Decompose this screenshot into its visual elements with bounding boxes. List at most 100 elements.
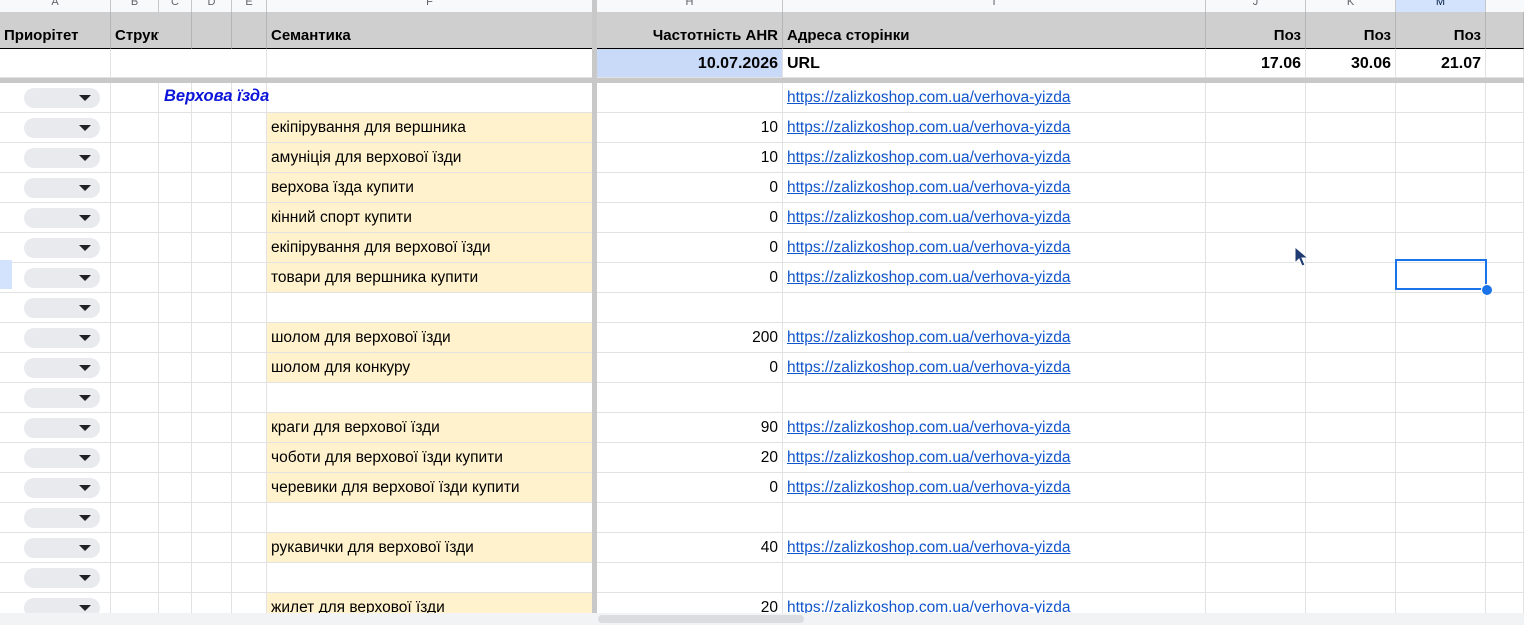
url-cell[interactable]: https://zalizkoshop.com.ua/verhova-yizda: [783, 233, 1206, 263]
pos-cell-1[interactable]: [1206, 293, 1306, 323]
structure-cell-c[interactable]: [159, 113, 192, 143]
sub-cell-n[interactable]: [1486, 49, 1524, 78]
url-link[interactable]: https://zalizkoshop.com.ua/verhova-yizda: [787, 419, 1070, 436]
pos-cell-2[interactable]: [1306, 203, 1396, 233]
header-blank-n[interactable]: [1486, 12, 1524, 49]
structure-cell-d[interactable]: [192, 293, 232, 323]
header-blank-d[interactable]: [192, 12, 232, 49]
priority-cell[interactable]: [0, 563, 111, 593]
url-link[interactable]: https://zalizkoshop.com.ua/verhova-yizda: [787, 179, 1070, 196]
blank-cell-n[interactable]: [1486, 563, 1524, 593]
structure-cell-e[interactable]: [232, 293, 267, 323]
structure-cell-c[interactable]: [159, 203, 192, 233]
structure-cell-e[interactable]: [232, 503, 267, 533]
pos-cell-1[interactable]: [1206, 533, 1306, 563]
pos-cell-2[interactable]: [1306, 533, 1396, 563]
header-url[interactable]: Адреса сторінки: [783, 12, 1206, 49]
sub-url-label[interactable]: URL: [783, 49, 1206, 78]
sub-cell-f[interactable]: [267, 49, 593, 78]
column-letter-i[interactable]: I: [783, 0, 1206, 12]
semantic-cell[interactable]: кінний спорт купити: [267, 203, 593, 233]
frequency-cell[interactable]: [597, 83, 783, 113]
pos-cell-1[interactable]: [1206, 353, 1306, 383]
priority-cell[interactable]: [0, 503, 111, 533]
frequency-cell[interactable]: 0: [597, 353, 783, 383]
header-blank-e[interactable]: [232, 12, 267, 49]
column-letter-e[interactable]: E: [232, 0, 267, 12]
column-letter-d[interactable]: D: [192, 0, 232, 12]
frequency-cell[interactable]: 0: [597, 173, 783, 203]
pos-cell-3[interactable]: [1396, 563, 1486, 593]
frequency-cell[interactable]: 10: [597, 143, 783, 173]
structure-cell-c[interactable]: [159, 533, 192, 563]
pos-cell-1[interactable]: [1206, 383, 1306, 413]
pos-cell-1[interactable]: [1206, 173, 1306, 203]
structure-cell-b[interactable]: [111, 443, 159, 473]
structure-cell-e[interactable]: [232, 563, 267, 593]
sub-cell-a[interactable]: [0, 49, 111, 78]
priority-cell[interactable]: [0, 83, 111, 113]
column-letter-a[interactable]: A: [0, 0, 111, 12]
structure-cell-d[interactable]: [192, 173, 232, 203]
structure-cell-d[interactable]: [192, 353, 232, 383]
priority-cell[interactable]: [0, 203, 111, 233]
structure-cell-e[interactable]: [232, 143, 267, 173]
url-cell[interactable]: https://zalizkoshop.com.ua/verhova-yizda: [783, 323, 1206, 353]
column-letter-j[interactable]: J: [1206, 0, 1306, 12]
structure-cell-b[interactable]: [111, 383, 159, 413]
frequency-cell[interactable]: [597, 383, 783, 413]
blank-cell-n[interactable]: [1486, 353, 1524, 383]
pos-cell-3[interactable]: [1396, 173, 1486, 203]
structure-cell-b[interactable]: [111, 293, 159, 323]
semantic-cell[interactable]: товари для вершника купити: [267, 263, 593, 293]
url-link[interactable]: https://zalizkoshop.com.ua/verhova-yizda: [787, 119, 1070, 136]
semantic-cell[interactable]: [267, 383, 593, 413]
priority-dropdown[interactable]: [24, 208, 100, 228]
priority-dropdown[interactable]: [24, 448, 100, 468]
blank-cell-n[interactable]: [1486, 293, 1524, 323]
structure-cell-b[interactable]: [111, 413, 159, 443]
frozen-columns-divider[interactable]: [592, 0, 597, 625]
structure-cell-b[interactable]: [111, 563, 159, 593]
pos-cell-1[interactable]: [1206, 503, 1306, 533]
column-letter-c[interactable]: C: [159, 0, 192, 12]
semantic-cell[interactable]: краги для верхової їзди: [267, 413, 593, 443]
structure-cell-b[interactable]: [111, 143, 159, 173]
pos-cell-3[interactable]: [1396, 443, 1486, 473]
url-cell[interactable]: https://zalizkoshop.com.ua/verhova-yizda: [783, 263, 1206, 293]
priority-cell[interactable]: [0, 113, 111, 143]
structure-cell-b[interactable]: [111, 203, 159, 233]
structure-cell-e[interactable]: [232, 173, 267, 203]
url-link[interactable]: https://zalizkoshop.com.ua/verhova-yizda: [787, 449, 1070, 466]
structure-cell-b[interactable]: [111, 113, 159, 143]
blank-cell-n[interactable]: [1486, 173, 1524, 203]
frequency-cell[interactable]: 0: [597, 263, 783, 293]
column-letter-h[interactable]: H: [597, 0, 783, 12]
semantic-cell[interactable]: [267, 503, 593, 533]
semantic-cell[interactable]: екіпірування для верхової їзди: [267, 233, 593, 263]
pos-cell-1[interactable]: [1206, 83, 1306, 113]
semantic-cell[interactable]: [267, 563, 593, 593]
pos-cell-3[interactable]: [1396, 473, 1486, 503]
priority-dropdown[interactable]: [24, 268, 100, 288]
priority-cell[interactable]: [0, 383, 111, 413]
blank-cell-n[interactable]: [1486, 473, 1524, 503]
blank-cell-n[interactable]: [1486, 383, 1524, 413]
pos-cell-1[interactable]: [1206, 323, 1306, 353]
pos-cell-2[interactable]: [1306, 503, 1396, 533]
blank-cell-n[interactable]: [1486, 143, 1524, 173]
semantic-cell[interactable]: верхова їзда купити: [267, 173, 593, 203]
structure-cell-c[interactable]: [159, 173, 192, 203]
url-cell[interactable]: https://zalizkoshop.com.ua/verhova-yizda: [783, 443, 1206, 473]
structure-cell-b[interactable]: [111, 323, 159, 353]
column-letter-f[interactable]: F: [267, 0, 593, 12]
url-cell[interactable]: https://zalizkoshop.com.ua/verhova-yizda: [783, 83, 1206, 113]
priority-dropdown[interactable]: [24, 118, 100, 138]
frequency-cell[interactable]: 0: [597, 203, 783, 233]
sub-date[interactable]: 10.07.2026: [597, 49, 783, 78]
structure-cell-b[interactable]: [111, 533, 159, 563]
url-cell[interactable]: https://zalizkoshop.com.ua/verhova-yizda: [783, 533, 1206, 563]
structure-cell-d[interactable]: [192, 323, 232, 353]
url-cell[interactable]: [783, 293, 1206, 323]
semantic-cell[interactable]: черевики для верхової їзди купити: [267, 473, 593, 503]
